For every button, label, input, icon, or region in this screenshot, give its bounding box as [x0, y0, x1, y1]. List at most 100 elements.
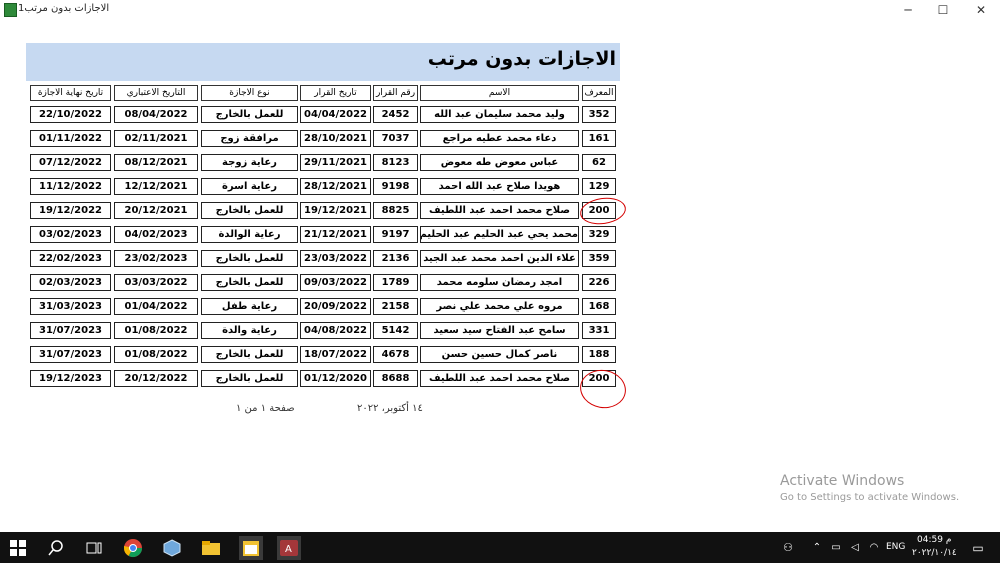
column-header-id: المعرف: [582, 85, 616, 101]
cell-decision-no: 4678: [373, 346, 418, 363]
cell-id: 188: [582, 346, 616, 363]
cell-end-date: 31/07/2023: [30, 346, 111, 363]
svg-text:A: A: [285, 544, 292, 555]
cell-decision-no: 9198: [373, 178, 418, 195]
cell-leave-type: للعمل بالخارج: [201, 202, 298, 219]
cell-id: 129: [582, 178, 616, 195]
cell-leave-type: للعمل بالخارج: [201, 274, 298, 291]
cell-end-date: 11/12/2022: [30, 178, 111, 195]
cell-effective-date: 01/08/2022: [114, 322, 198, 339]
cell-end-date: 31/03/2023: [30, 298, 111, 315]
cell-effective-date: 08/04/2022: [114, 106, 198, 123]
network-icon[interactable]: ◠: [862, 536, 886, 560]
cell-end-date: 02/03/2023: [30, 274, 111, 291]
cell-leave-type: رعاية الوالدة: [201, 226, 298, 243]
cell-leave-type: رعاية طفل: [201, 298, 298, 315]
cell-effective-date: 03/03/2022: [114, 274, 198, 291]
column-header-decision-no: رقم القرار: [373, 85, 418, 101]
cell-leave-type: للعمل بالخارج: [201, 250, 298, 267]
cell-decision-no: 2136: [373, 250, 418, 267]
cell-end-date: 31/07/2023: [30, 322, 111, 339]
cell-end-date: 22/02/2023: [30, 250, 111, 267]
notifications-icon[interactable]: ▭: [966, 536, 990, 560]
cell-end-date: 03/02/2023: [30, 226, 111, 243]
page-number: صفحة ١ من ١: [236, 403, 295, 414]
clock-time[interactable]: 04:59 م: [917, 535, 951, 545]
cell-decision-no: 2452: [373, 106, 418, 123]
cell-decision-date: 01/12/2020: [300, 370, 371, 387]
access-icon[interactable]: A: [277, 536, 301, 560]
cell-leave-type: رعاية زوجة: [201, 154, 298, 171]
cell-name: صلاح محمد احمد عبد اللطيف: [420, 370, 579, 387]
cell-name: امجد رمضان سلومه محمد: [420, 274, 579, 291]
cell-decision-no: 9197: [373, 226, 418, 243]
column-header-end-date: تاريخ نهاية الاجازة: [30, 85, 111, 101]
cell-id: 226: [582, 274, 616, 291]
column-header-effective-date: التاريخ الاعتباري: [114, 85, 198, 101]
cell-decision-no: 8123: [373, 154, 418, 171]
cell-decision-no: 1789: [373, 274, 418, 291]
cell-effective-date: 02/11/2021: [114, 130, 198, 147]
cell-decision-date: 28/10/2021: [300, 130, 371, 147]
cell-decision-date: 23/03/2022: [300, 250, 371, 267]
report-header-banner: الاجازات بدون مرتب: [26, 43, 620, 81]
search-icon[interactable]: [44, 536, 68, 560]
minimize-button[interactable]: ─: [893, 1, 923, 19]
cell-decision-date: 04/08/2022: [300, 322, 371, 339]
report-date: ١٤ أكتوبر، ٢٠٢٢: [357, 403, 423, 414]
cell-name: ناصر كمال حسين حسن: [420, 346, 579, 363]
cell-leave-type: للعمل بالخارج: [201, 346, 298, 363]
cell-effective-date: 01/04/2022: [114, 298, 198, 315]
virtualbox-icon[interactable]: [160, 536, 184, 560]
cell-effective-date: 01/08/2022: [114, 346, 198, 363]
cell-decision-date: 09/03/2022: [300, 274, 371, 291]
cell-name: علاء الدين احمد محمد عبد الجيد: [420, 250, 579, 267]
cell-name: عباس معوض طه معوض: [420, 154, 579, 171]
window-title: الاجازات بدون مرتب1: [18, 3, 110, 14]
maximize-button[interactable]: ☐: [928, 1, 958, 19]
chrome-icon[interactable]: [121, 536, 145, 560]
cell-decision-date: 20/09/2022: [300, 298, 371, 315]
cell-decision-no: 5142: [373, 322, 418, 339]
people-icon[interactable]: ⚇: [776, 536, 800, 560]
cell-end-date: 22/10/2022: [30, 106, 111, 123]
cell-effective-date: 20/12/2021: [114, 202, 198, 219]
file-explorer-icon[interactable]: [199, 536, 223, 560]
cell-decision-date: 04/04/2022: [300, 106, 371, 123]
cell-leave-type: للعمل بالخارج: [201, 370, 298, 387]
cell-decision-date: 18/07/2022: [300, 346, 371, 363]
activate-windows-subtitle: Go to Settings to activate Windows.: [780, 492, 960, 503]
cell-decision-no: 7037: [373, 130, 418, 147]
close-button[interactable]: ✕: [966, 1, 996, 19]
activate-windows-title: Activate Windows: [780, 473, 905, 489]
cell-id: 359: [582, 250, 616, 267]
cell-id: 62: [582, 154, 616, 171]
cell-id: 331: [582, 322, 616, 339]
access-app-icon: [4, 3, 17, 17]
window-titlebar: الاجازات بدون مرتب1 ─ ☐ ✕: [0, 0, 1000, 20]
column-header-decision-date: تاريخ القرار: [300, 85, 371, 101]
language-indicator[interactable]: ENG: [886, 542, 905, 552]
cell-leave-type: للعمل بالخارج: [201, 106, 298, 123]
cell-end-date: 07/12/2022: [30, 154, 111, 171]
cell-decision-no: 2158: [373, 298, 418, 315]
cell-name: دعاء محمد عطيه مراجع: [420, 130, 579, 147]
windows-start-icon[interactable]: [6, 536, 30, 560]
cell-end-date: 19/12/2022: [30, 202, 111, 219]
clock-date[interactable]: ٢٠٢٢/١٠/١٤: [912, 548, 957, 558]
cell-name: وليد محمد سليمان عبد الله: [420, 106, 579, 123]
cell-end-date: 19/12/2023: [30, 370, 111, 387]
cell-effective-date: 12/12/2021: [114, 178, 198, 195]
cell-id: 168: [582, 298, 616, 315]
cell-decision-no: 8825: [373, 202, 418, 219]
task-view-icon[interactable]: [82, 536, 106, 560]
cell-leave-type: مرافقة زوج: [201, 130, 298, 147]
column-header-leave-type: نوع الاجازة: [201, 85, 298, 101]
cell-decision-date: 28/12/2021: [300, 178, 371, 195]
cell-effective-date: 04/02/2023: [114, 226, 198, 243]
cell-effective-date: 20/12/2022: [114, 370, 198, 387]
cell-id: 329: [582, 226, 616, 243]
cell-decision-no: 8688: [373, 370, 418, 387]
calendar-app-icon[interactable]: [239, 536, 263, 560]
cell-end-date: 01/11/2022: [30, 130, 111, 147]
